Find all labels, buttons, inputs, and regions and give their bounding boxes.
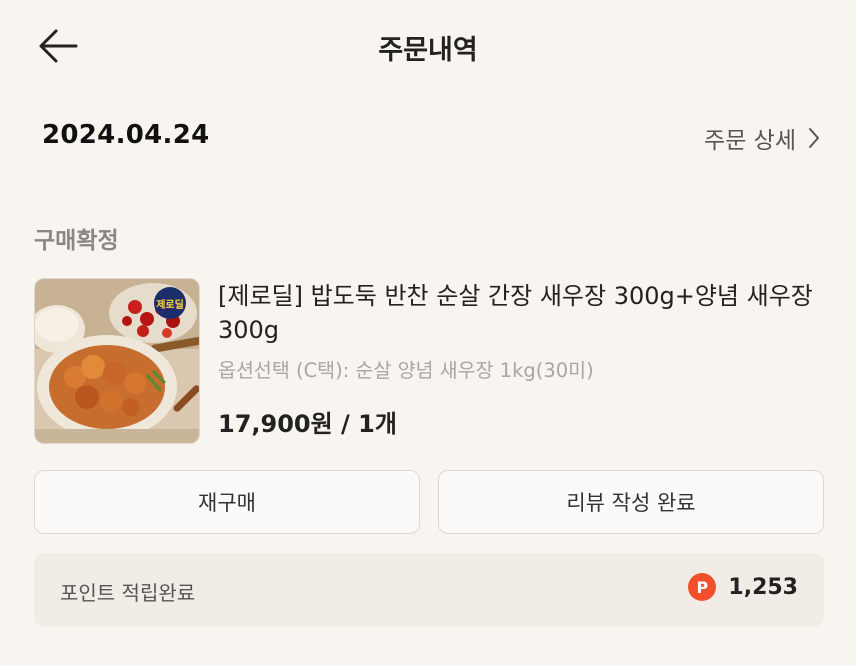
app-header: 주문내역 <box>0 0 856 92</box>
product-thumbnail[interactable]: 제로딜 <box>34 278 200 444</box>
points-value: 1,253 <box>728 574 798 600</box>
product-image: 제로딜 <box>35 279 199 443</box>
product-option: 옵션선택 (C택): 순살 양념 새우장 1kg(30미) <box>218 359 594 382</box>
points-label: 포인트 적립완료 <box>60 581 196 605</box>
product-badge-text: 제로딜 <box>156 298 184 311</box>
order-status: 구매확정 <box>34 228 119 254</box>
order-detail-link[interactable]: 주문 상세 <box>704 121 820 155</box>
product-name[interactable]: [제로딜] 밥도둑 반찬 순살 간장 새우장 300g+양념 새우장 300g <box>218 279 818 347</box>
product-item[interactable]: 제로딜 [제로딜] 밥도둑 반찬 순살 간장 새우장 300g+양념 새우장 3… <box>34 278 824 444</box>
point-icon: P <box>688 573 717 601</box>
product-info: [제로딜] 밥도둑 반찬 순살 간장 새우장 300g+양념 새우장 300g … <box>218 278 818 439</box>
points-amount: P 1,253 <box>688 573 798 601</box>
points-panel: 포인트 적립완료 P 1,253 <box>34 553 824 627</box>
order-detail-label: 주문 상세 <box>704 128 796 154</box>
rebuy-button[interactable]: 재구매 <box>34 470 420 534</box>
review-complete-button[interactable]: 리뷰 작성 완료 <box>438 470 824 534</box>
product-price: 17,900원 / 1개 <box>218 410 397 438</box>
order-date: 2024.04.24 <box>42 120 210 150</box>
page-title: 주문내역 <box>378 35 478 66</box>
chevron-right-icon <box>809 128 819 148</box>
